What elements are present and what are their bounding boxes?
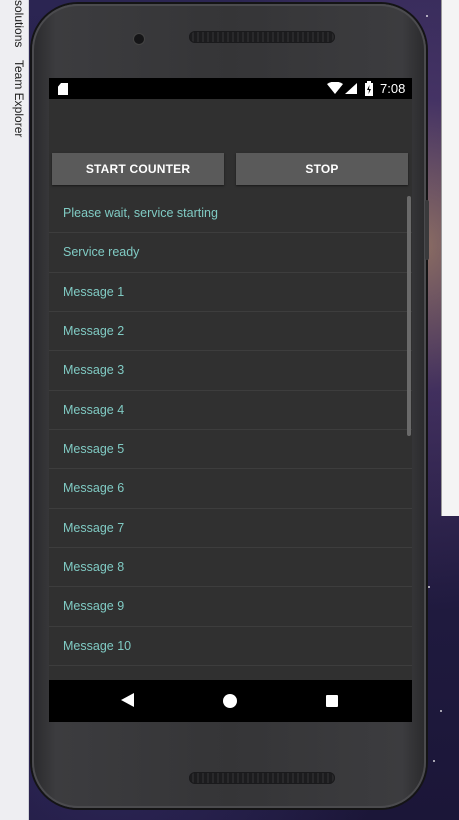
list-item[interactable]: Message 5 bbox=[49, 430, 412, 470]
battery-icon bbox=[365, 81, 373, 96]
camera-icon bbox=[134, 34, 144, 44]
start-counter-button[interactable]: START COUNTER bbox=[52, 153, 224, 185]
tab-team-explorer[interactable]: Team Explorer bbox=[2, 60, 26, 140]
list-item[interactable]: Please wait, service starting bbox=[49, 194, 412, 234]
list-item[interactable]: Message 7 bbox=[49, 509, 412, 548]
app-bar bbox=[49, 99, 412, 153]
ide-side-panel: solutions Team Explorer bbox=[0, 0, 29, 820]
list-item[interactable] bbox=[49, 666, 412, 680]
list-item[interactable]: Message 8 bbox=[49, 548, 412, 588]
tab-solutions[interactable]: solutions bbox=[2, 0, 26, 50]
top-speaker bbox=[189, 31, 335, 43]
message-list[interactable]: Please wait, service starting Service re… bbox=[49, 194, 412, 680]
status-clock: 7:08 bbox=[380, 81, 406, 96]
back-icon[interactable] bbox=[121, 693, 134, 707]
stop-button[interactable]: STOP bbox=[236, 153, 408, 185]
sd-card-icon bbox=[58, 83, 68, 95]
background-window bbox=[441, 0, 459, 516]
list-scrollbar[interactable] bbox=[407, 196, 411, 436]
list-item[interactable]: Message 4 bbox=[49, 391, 412, 430]
list-item[interactable]: Message 1 bbox=[49, 273, 412, 312]
home-icon[interactable] bbox=[223, 694, 237, 708]
list-item[interactable]: Message 10 bbox=[49, 627, 412, 666]
recent-apps-icon[interactable] bbox=[326, 695, 338, 707]
bottom-speaker bbox=[189, 772, 335, 784]
list-item[interactable]: Message 3 bbox=[49, 351, 412, 391]
status-bar: 7:08 bbox=[49, 78, 412, 99]
volume-button[interactable] bbox=[425, 200, 429, 260]
list-item[interactable]: Message 6 bbox=[49, 469, 412, 509]
phone-screen: 7:08 START COUNTER STOP Please wait, ser… bbox=[49, 78, 412, 722]
wifi-icon bbox=[327, 82, 343, 94]
navigation-bar bbox=[49, 680, 412, 722]
list-item[interactable]: Service ready bbox=[49, 233, 412, 273]
list-item[interactable]: Message 2 bbox=[49, 312, 412, 352]
list-item[interactable]: Message 9 bbox=[49, 587, 412, 627]
signal-icon bbox=[345, 83, 357, 94]
